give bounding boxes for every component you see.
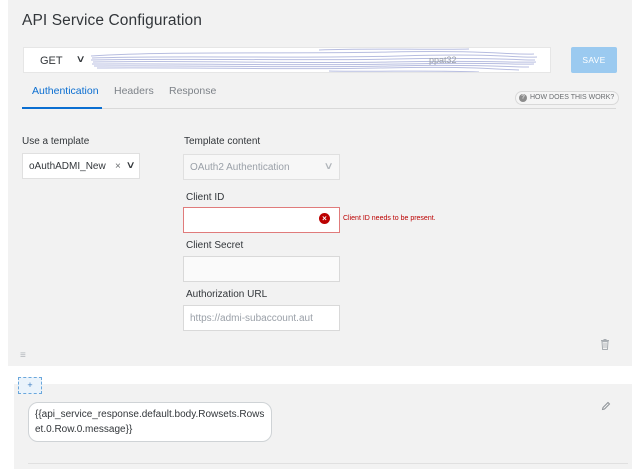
trash-icon[interactable] — [600, 339, 610, 350]
tab-headers[interactable]: Headers — [114, 85, 154, 97]
template-content-select[interactable]: OAuth2 Authentication ∨ — [183, 154, 340, 180]
pencil-icon[interactable] — [601, 401, 611, 411]
drag-handle-icon[interactable]: ≡ — [20, 350, 26, 361]
template-content-value: OAuth2 Authentication — [190, 162, 290, 173]
chevron-down-icon: ∨ — [125, 160, 136, 171]
method-value: GET — [40, 55, 63, 67]
page-title: API Service Configuration — [22, 12, 202, 29]
authorization-url-input[interactable]: https://admi-subaccount.aut — [183, 305, 340, 331]
how-label: HOW DOES THIS WORK? — [530, 94, 615, 101]
expression-token[interactable]: {{api_service_response.default.body.Rows… — [28, 402, 272, 442]
save-button[interactable]: SAVE — [571, 47, 617, 73]
chevron-down-icon: ∨ — [75, 54, 86, 65]
client-id-input[interactable] — [183, 207, 340, 233]
question-icon: ? — [519, 94, 527, 102]
client-id-error-message: Client ID needs to be present. — [343, 215, 436, 222]
add-step-button[interactable]: + — [18, 377, 42, 394]
client-secret-input[interactable] — [183, 256, 340, 282]
client-secret-label: Client Secret — [186, 240, 244, 251]
method-select[interactable]: GET ∨ — [23, 47, 90, 73]
template-label: Use a template — [22, 136, 90, 147]
url-input[interactable]: ppat32 — [89, 47, 551, 73]
active-tab-indicator — [22, 107, 102, 109]
chevron-down-icon: ∨ — [323, 161, 334, 172]
clear-icon[interactable]: × — [115, 161, 121, 172]
template-select[interactable]: oAuthADMI_New × ∨ — [22, 153, 140, 179]
client-id-label: Client ID — [186, 192, 225, 203]
tab-authentication[interactable]: Authentication — [32, 85, 99, 97]
url-fragment: ppat32 — [429, 55, 457, 65]
redaction-scribble — [90, 48, 538, 72]
template-value: oAuthADMI_New — [29, 161, 106, 172]
how-does-this-work-button[interactable]: ? HOW DOES THIS WORK? — [515, 91, 620, 105]
divider — [28, 463, 628, 464]
error-circle-icon: × — [319, 213, 330, 224]
template-content-label: Template content — [184, 136, 261, 147]
tab-response[interactable]: Response — [169, 85, 216, 97]
authorization-url-label: Authorization URL — [186, 289, 268, 300]
